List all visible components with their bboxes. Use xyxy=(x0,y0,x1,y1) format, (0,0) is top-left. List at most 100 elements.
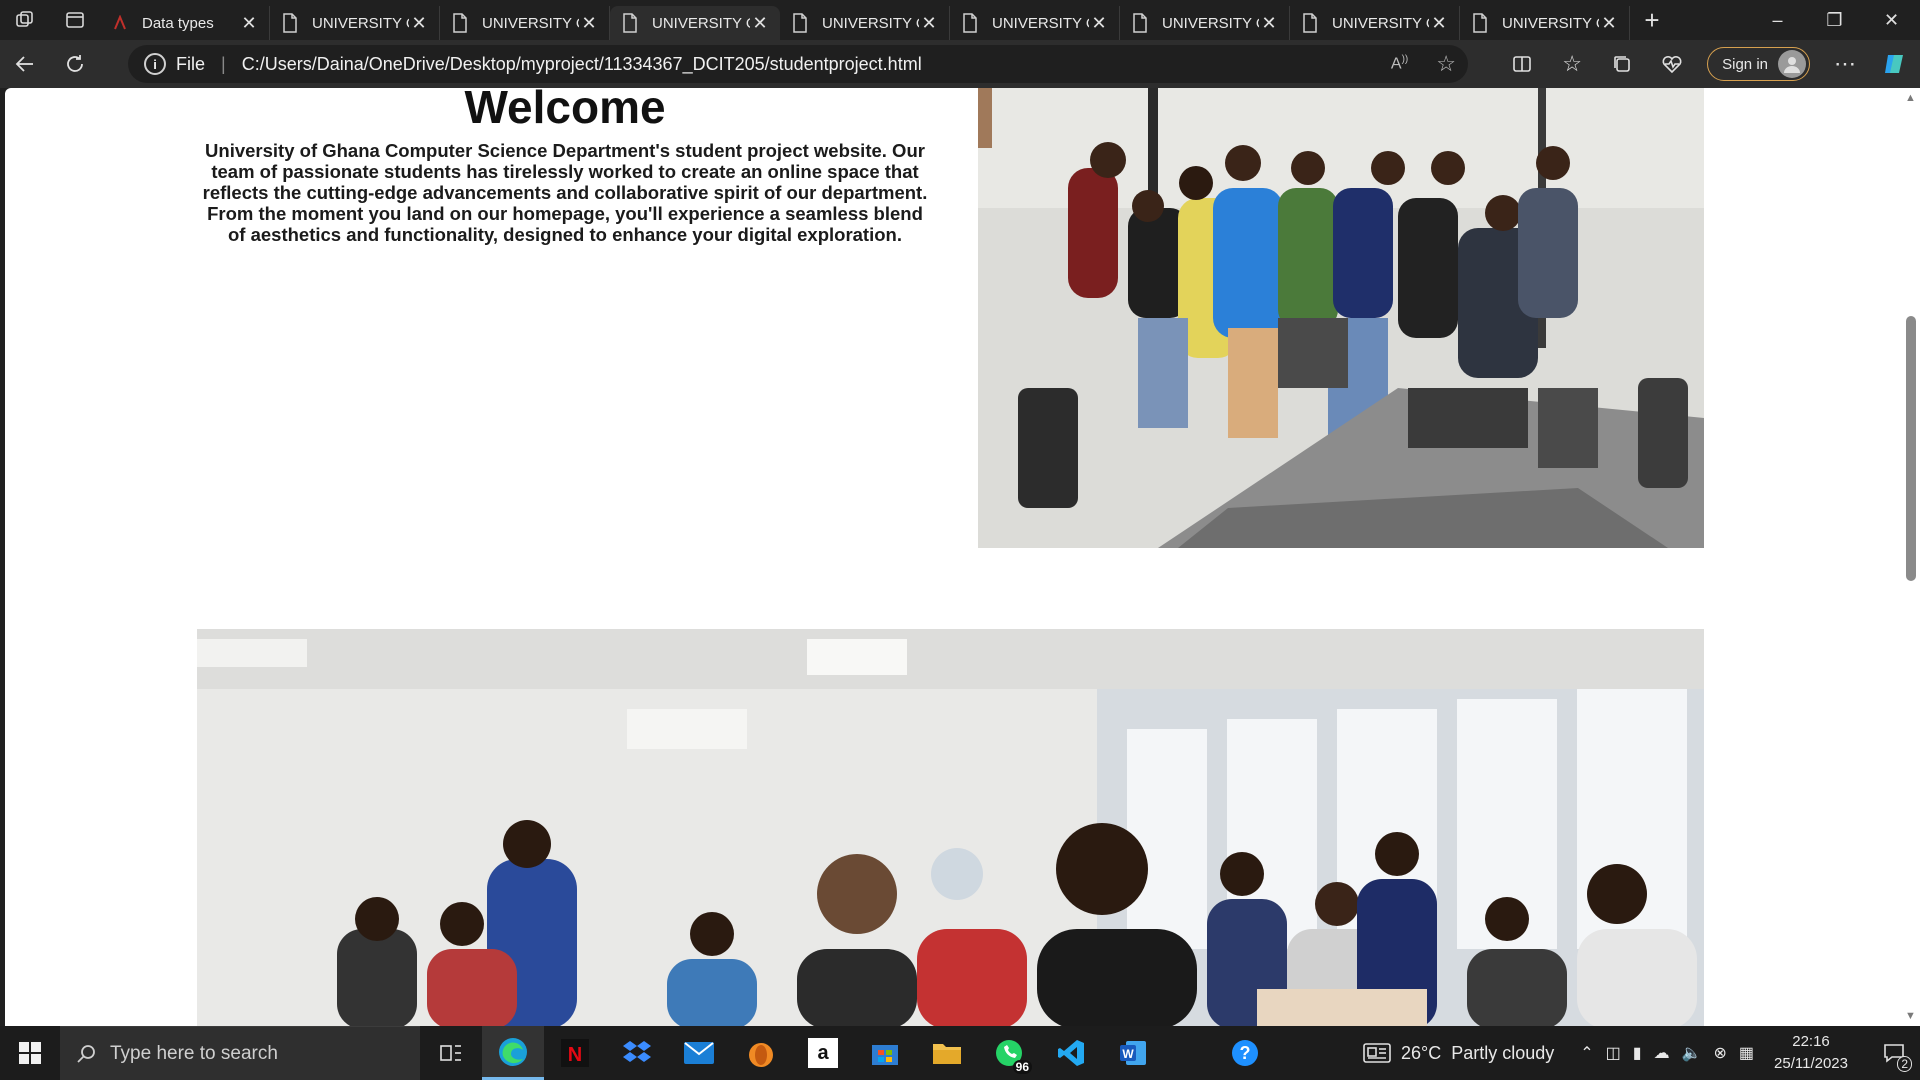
site-info-icon[interactable]: i xyxy=(144,53,166,75)
browser-tab[interactable]: UNIVERSITY OF GHANA✕ xyxy=(610,6,780,40)
scheme-label: File xyxy=(176,53,206,74)
taskbar-search[interactable]: Type here to search xyxy=(60,1026,420,1080)
refresh-button[interactable] xyxy=(50,40,100,88)
sign-in-label: Sign in xyxy=(1722,55,1768,73)
new-tab-button[interactable]: + xyxy=(1630,0,1674,40)
notification-count: 2 xyxy=(1897,1056,1912,1072)
volume-icon[interactable]: 🔈 xyxy=(1682,1043,1702,1063)
tab-title: UNIVERSITY OF GHANA xyxy=(1332,14,1429,32)
collections-button[interactable] xyxy=(1597,40,1647,88)
clock[interactable]: 22:16 25/11/2023 xyxy=(1774,1031,1848,1075)
scrollbar-thumb[interactable] xyxy=(1906,316,1916,581)
close-tab-icon[interactable]: ✕ xyxy=(1429,13,1449,33)
start-button[interactable] xyxy=(0,1026,60,1080)
classroom-photo xyxy=(197,629,1704,1026)
browser-tab[interactable]: UNIVERSITY OF GHANA✕ xyxy=(440,6,610,40)
document-icon xyxy=(790,13,810,33)
taskbar-vscode[interactable] xyxy=(1040,1026,1102,1080)
url-text[interactable]: C:/Users/Daina/OneDrive/Desktop/myprojec… xyxy=(242,54,922,75)
browser-tab[interactable]: UNIVERSITY OF GHANA✕ xyxy=(1120,6,1290,40)
document-icon xyxy=(280,13,300,33)
browser-tab[interactable]: Data types ✕ xyxy=(100,6,270,40)
svg-text:a: a xyxy=(817,1042,829,1064)
meet-now-icon[interactable]: ◫ xyxy=(1606,1043,1621,1063)
browser-tab[interactable]: UNIVERSITY OF GHANA✕ xyxy=(780,6,950,40)
fl-studio-icon xyxy=(749,1043,773,1067)
tab-title: Data types xyxy=(142,14,214,32)
taskbar-fl-studio[interactable] xyxy=(730,1026,792,1080)
taskbar-edge[interactable] xyxy=(482,1026,544,1080)
close-tab-icon[interactable]: ✕ xyxy=(1599,13,1619,33)
tab-actions-button[interactable] xyxy=(50,0,100,40)
notification-center-button[interactable]: 2 xyxy=(1868,1026,1920,1080)
browser-tab[interactable]: UNIVERSITY OF GHANA✕ xyxy=(950,6,1120,40)
split-screen-button[interactable] xyxy=(1497,40,1547,88)
close-tab-icon[interactable]: ✕ xyxy=(579,13,599,33)
read-aloud-icon[interactable]: A)) xyxy=(1391,54,1408,73)
browser-tab[interactable]: UNIVERSITY OF GHANA✕ xyxy=(1460,6,1630,40)
close-tab-icon[interactable]: ✕ xyxy=(1259,13,1279,33)
weather-desc: Partly cloudy xyxy=(1451,1042,1555,1063)
tab-title: UNIVERSITY OF GHANA xyxy=(482,14,579,32)
browser-tab[interactable]: UNIVERSITY OF GHANA✕ xyxy=(270,6,440,40)
taskbar-mail[interactable] xyxy=(668,1026,730,1080)
taskbar-amazon[interactable]: a xyxy=(792,1026,854,1080)
browser-tab[interactable]: UNIVERSITY OF GHANA✕ xyxy=(1290,6,1460,40)
close-tab-icon[interactable]: ✕ xyxy=(750,13,770,33)
taskbar-store[interactable] xyxy=(854,1026,916,1080)
close-tab-icon[interactable]: ✕ xyxy=(1089,13,1109,33)
settings-more-button[interactable]: ⋯ xyxy=(1820,40,1870,88)
task-view-button[interactable] xyxy=(420,1026,482,1080)
collections-icon xyxy=(1614,56,1630,72)
vertical-tabs-icon xyxy=(66,12,84,28)
taskbar-dropbox[interactable] xyxy=(606,1026,668,1080)
clock-time: 22:16 xyxy=(1792,1033,1830,1050)
weather-widget[interactable]: 26°C Partly cloudy xyxy=(1363,1043,1554,1064)
input-language-icon[interactable]: ▦ xyxy=(1739,1043,1754,1063)
tab-title: UNIVERSITY OF GHANA xyxy=(1502,14,1599,32)
close-window-button[interactable]: ✕ xyxy=(1863,0,1920,40)
taskbar-netflix[interactable]: N xyxy=(544,1026,606,1080)
taskbar-whatsapp[interactable]: 96 xyxy=(978,1026,1040,1080)
sign-in-button[interactable]: Sign in xyxy=(1707,47,1810,81)
workspaces-icon xyxy=(16,11,33,27)
favorite-star-icon[interactable]: ☆ xyxy=(1436,51,1456,77)
cloud-offline-icon[interactable]: ☁ xyxy=(1654,1043,1670,1063)
browser-toolbar: i File | C:/Users/Daina/OneDrive/Desktop… xyxy=(0,40,1920,88)
taskbar: Type here to search N a 96 W ? 26°C Part… xyxy=(0,1026,1920,1080)
workspaces-button[interactable] xyxy=(0,0,50,40)
document-icon xyxy=(1130,13,1150,33)
amazon-icon: a xyxy=(808,1038,838,1068)
close-tab-icon[interactable]: ✕ xyxy=(919,13,939,33)
close-tab-icon[interactable]: ✕ xyxy=(239,13,259,33)
browser-essentials-button[interactable] xyxy=(1647,40,1697,88)
microsoft-store-icon xyxy=(872,1045,898,1065)
error-icon[interactable]: ⊗ xyxy=(1714,1043,1727,1063)
vscode-icon xyxy=(1058,1040,1084,1066)
copilot-icon xyxy=(1885,55,1903,73)
page-scrollbar[interactable]: ▲ ▼ xyxy=(1900,88,1920,1026)
address-bar[interactable]: i File | C:/Users/Daina/OneDrive/Desktop… xyxy=(128,45,1468,83)
back-arrow-icon xyxy=(15,56,33,72)
scroll-up-icon[interactable]: ▲ xyxy=(1905,92,1916,104)
split-screen-icon xyxy=(1513,56,1531,72)
page-heading: Welcome xyxy=(464,88,666,133)
chevron-up-icon[interactable]: ⌃ xyxy=(1580,1043,1593,1063)
favorites-button[interactable]: ☆ xyxy=(1547,40,1597,88)
weather-temp: 26°C xyxy=(1400,1042,1442,1063)
mail-icon xyxy=(684,1042,714,1064)
refresh-icon xyxy=(67,55,83,72)
back-button[interactable] xyxy=(0,40,50,88)
tab-strip: Data types✕UNIVERSITY OF GHANA✕UNIVERSIT… xyxy=(0,0,1920,40)
battery-icon[interactable]: ▮ xyxy=(1633,1043,1642,1063)
copilot-button[interactable] xyxy=(1870,40,1920,88)
restore-button[interactable]: ❐ xyxy=(1806,0,1863,40)
taskbar-help[interactable]: ? xyxy=(1214,1026,1276,1080)
document-icon xyxy=(1470,13,1490,33)
taskbar-file-explorer[interactable] xyxy=(916,1026,978,1080)
minimize-button[interactable]: – xyxy=(1749,0,1806,40)
scroll-down-icon[interactable]: ▼ xyxy=(1905,1010,1916,1022)
close-tab-icon[interactable]: ✕ xyxy=(409,13,429,33)
taskbar-word[interactable]: W xyxy=(1102,1026,1164,1080)
search-placeholder: Type here to search xyxy=(110,1042,278,1064)
